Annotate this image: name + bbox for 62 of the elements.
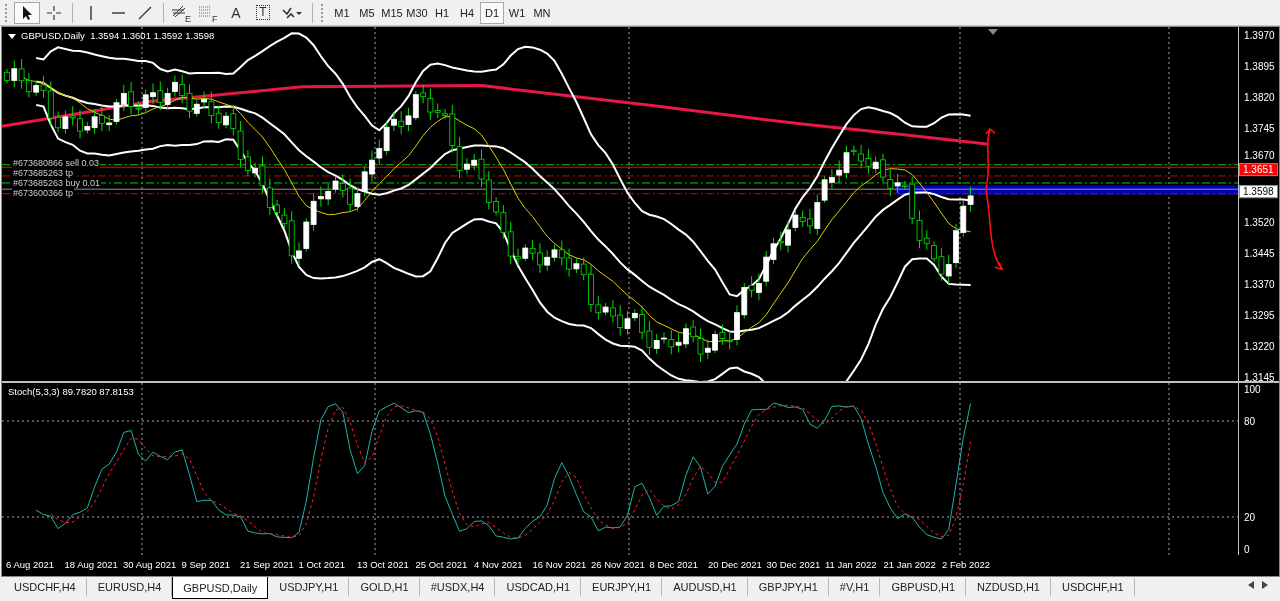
timeframe-button[interactable]: H1 <box>430 1 454 24</box>
date-axis-label: 2 Feb 2022 <box>942 559 991 570</box>
scroll-left-icon[interactable] <box>1248 581 1254 589</box>
price-badge: 1.3651 <box>1239 163 1278 177</box>
cursor-tool[interactable] <box>14 1 40 24</box>
date-axis-label: 26 Nov 2021 <box>591 559 645 570</box>
order-label: #673685263 tp <box>12 168 75 178</box>
text-tool[interactable]: A <box>223 1 249 24</box>
horizontal-line-icon <box>111 11 125 14</box>
indicator-axis-label: 100 <box>1244 383 1261 395</box>
order-label: #673685263 buy 0.01 <box>12 178 102 188</box>
date-axis-label: 8 Dec 2021 <box>649 559 699 570</box>
date-axis-label: 1 Oct 2021 <box>298 559 345 570</box>
timeframe-button[interactable]: M1 <box>330 1 354 24</box>
price-axis-label: 1.3820 <box>1244 91 1275 103</box>
fibogrid-tool[interactable]: F <box>196 1 222 24</box>
indicator-axis-label: 0 <box>1244 543 1250 555</box>
scroll-right-icon[interactable] <box>1262 581 1268 589</box>
indicator-title: Stoch(5,3,3) 89.7820 87.8153 <box>8 386 134 397</box>
price-axis-label: 1.3295 <box>1244 309 1275 321</box>
timeframe-button[interactable]: M5 <box>355 1 379 24</box>
crosshair-icon <box>46 4 62 21</box>
chart-title: GBPUSD,Daily 1.3594 1.3601 1.3592 1.3598 <box>8 30 215 41</box>
date-axis-label: 11 Jan 2022 <box>825 559 877 570</box>
chart-shift-marker <box>988 29 998 35</box>
date-axis-label: 9 Sep 2021 <box>181 559 231 570</box>
date-axis-label: 30 Dec 2021 <box>766 559 821 570</box>
date-axis-label: 6 Aug 2021 <box>6 559 55 570</box>
date-axis-label: 21 Jan 2022 <box>883 559 936 570</box>
timeframe-button[interactable]: MN <box>530 1 554 24</box>
indicator-axis-label: 80 <box>1244 415 1256 427</box>
timeframe-button[interactable]: H4 <box>455 1 479 24</box>
price-axis-label: 1.3745 <box>1244 122 1275 134</box>
date-axis-label: 30 Aug 2021 <box>123 559 177 570</box>
date-axis-label: 16 Nov 2021 <box>532 559 587 570</box>
price-axis-label: 1.3220 <box>1244 340 1275 352</box>
textlabel-tool[interactable]: T <box>250 1 276 24</box>
date-axis-label: 13 Oct 2021 <box>357 559 409 570</box>
price-axis-label: 1.3970 <box>1244 29 1275 41</box>
date-axis-label: 25 Oct 2021 <box>415 559 468 570</box>
price-axis-label: 1.3370 <box>1244 278 1275 290</box>
price-axis-label: 1.3670 <box>1244 149 1275 161</box>
date-axis-label: 20 Dec 2021 <box>708 559 762 570</box>
timeframe-button[interactable]: M15 <box>380 1 404 24</box>
date-axis-label: 4 Nov 2021 <box>474 559 523 570</box>
price-axis-label: 1.3520 <box>1244 216 1275 228</box>
vertical-line-icon <box>90 5 92 20</box>
trend-line-icon <box>137 4 153 21</box>
price-badge: 1.3598 <box>1239 185 1278 199</box>
indicator-axis-label: 20 <box>1244 511 1256 523</box>
order-label: #673680866 sell 0.03 <box>12 158 101 168</box>
order-label: #673600366 tp <box>12 188 75 198</box>
date-axis-label: 18 Aug 2021 <box>64 559 118 570</box>
timeframe-button[interactable]: D1 <box>480 1 504 24</box>
date-axis-label: 21 Sep 2021 <box>240 559 294 570</box>
price-axis-label: 1.3445 <box>1244 247 1275 259</box>
timeframe-button[interactable]: M30 <box>405 1 429 24</box>
price-axis-label: 1.3145 <box>1244 371 1275 383</box>
fibo-tool[interactable]: E <box>169 1 195 24</box>
chart-tab[interactable]: GBPUSD,Daily <box>172 577 269 599</box>
price-axis-label: 1.3895 <box>1244 60 1275 72</box>
timeframe-button[interactable]: W1 <box>505 1 529 24</box>
